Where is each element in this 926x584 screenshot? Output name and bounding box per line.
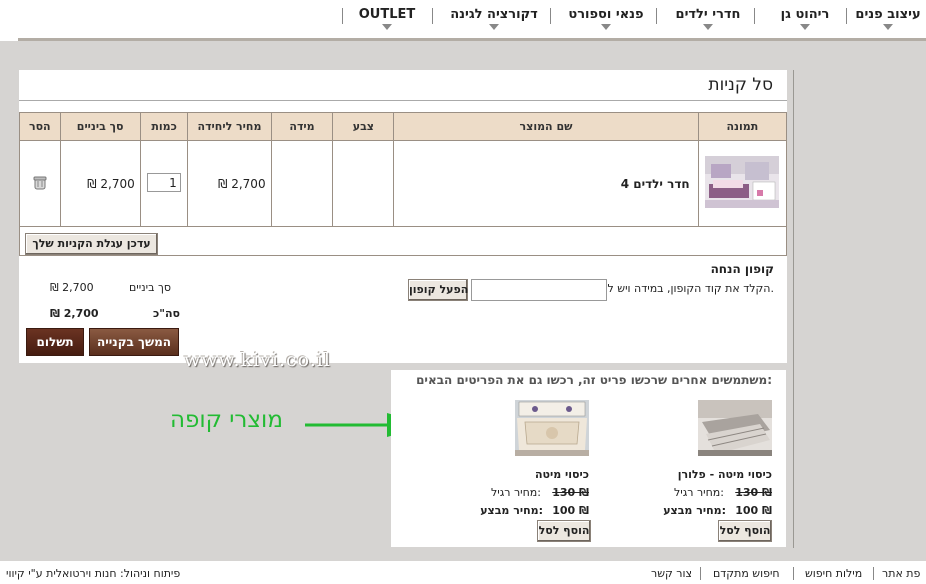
regular-price: 130 ₪ [735, 486, 772, 499]
cart-table: הסר סך ביניים כמות מחיר ליחידה מידה צבע … [19, 112, 788, 227]
add-to-cart-button[interactable]: הוסף לסל [718, 520, 772, 542]
nav-separator [550, 8, 551, 24]
header-product-name: שם המוצר [393, 112, 699, 141]
coupon-hint: הקלד את קוד הקופון, במידה ויש לך. [601, 282, 774, 295]
product-image[interactable] [515, 400, 589, 456]
coupon-input[interactable] [471, 279, 607, 301]
footer-credit: פיתוח וניהול: חנות וירטואלית ע"י קיווי [6, 567, 181, 580]
nav-item-label: דקורציה לגינה [450, 7, 538, 22]
nav-item-label: פנאי וספורט [568, 7, 644, 22]
footer-link-sitemap[interactable]: פת אתר [882, 567, 920, 580]
totals-total-value: ₪ 2,700 [50, 307, 99, 320]
remove-cell [19, 140, 61, 227]
header-size: מידה [270, 112, 334, 141]
coupon-title: קופון הנחה [710, 262, 774, 276]
header-color: צבע [332, 112, 395, 141]
nav-item-label: חדרי ילדים [675, 7, 741, 22]
sale-price: 100 ₪ [552, 504, 589, 517]
nav-separator [432, 8, 433, 24]
footer: פת אתר מילות חיפוש חיפוש מתקדם צור קשר פ… [0, 561, 926, 584]
watermark: www.kivi.co.il [184, 349, 331, 371]
sale-price-label: מחיר מבצע: [480, 504, 543, 517]
totals-total-label: סה"כ [153, 307, 180, 320]
regular-price-label: מחיר רגיל: [674, 486, 724, 499]
recommendations-title: משתמשים אחרים שרכשו פריט זה, רכשו גם את … [416, 373, 772, 387]
recommendations-panel: משתמשים אחרים שרכשו פריט זה, רכשו גם את … [391, 370, 786, 547]
row-size [270, 140, 334, 227]
footer-separator [700, 567, 701, 580]
nav-item-label: OUTLET [358, 7, 416, 22]
nav-item-interior-design[interactable]: עיצוב פנים [855, 7, 921, 30]
cart-table-footer: עדכן עגלת הקניות שלך [19, 226, 787, 256]
product-thumbnail[interactable] [705, 156, 780, 208]
quantity-input[interactable]: 1 [146, 173, 181, 192]
header-quantity: כמות [139, 112, 189, 141]
chevron-down-icon [883, 24, 893, 30]
chevron-down-icon [489, 24, 499, 30]
chevron-down-icon [382, 24, 392, 30]
header-image: תמונה [697, 112, 788, 141]
sale-price: 100 ₪ [735, 504, 772, 517]
cart-panel: סל קניות הסר סך ביניים כמות מחיר ליחידה … [19, 70, 788, 363]
row-color [332, 140, 395, 227]
nav-separator [754, 8, 755, 24]
update-cart-button[interactable]: עדכן עגלת הקניות שלך [25, 233, 158, 255]
apply-coupon-button[interactable]: הפעל קופון [408, 279, 468, 301]
chevron-down-icon [703, 24, 713, 30]
row-subtotal: ₪ 2,700 [59, 140, 141, 227]
footer-link-advanced-search[interactable]: חיפוש מתקדם [713, 567, 780, 580]
cart-table-header: הסר סך ביניים כמות מחיר ליחידה מידה צבע … [19, 112, 788, 141]
nav-item-label: עיצוב פנים [855, 7, 921, 22]
nav-item-garden-furniture[interactable]: ריהוט גן [770, 7, 840, 30]
image-cell [697, 140, 788, 227]
continue-shopping-button[interactable]: המשך בקנייה [89, 328, 179, 356]
header-subtotal: סך ביניים [59, 112, 141, 141]
nav-item-label: ריהוט גן [780, 7, 830, 22]
footer-link-contact[interactable]: צור קשר [651, 567, 692, 580]
nav-item-outlet[interactable]: OUTLET [356, 7, 418, 30]
product-image[interactable] [698, 400, 772, 456]
row-product-name[interactable]: חדר ילדים 4 [393, 140, 699, 227]
regular-price-label: מחיר רגיל: [491, 486, 541, 499]
add-to-cart-button[interactable]: הוסף לסל [537, 520, 591, 542]
footer-separator [793, 567, 794, 580]
sidebar-divider [793, 70, 794, 548]
nav-item-kids-rooms[interactable]: חדרי ילדים [673, 7, 743, 30]
annotation-label: מוצרי קופה [170, 407, 283, 433]
totals-subtotal-value: ₪ 2,700 [50, 281, 94, 294]
header-unit-price: מחיר ליחידה [187, 112, 272, 141]
nav-item-leisure-sport[interactable]: פנאי וספורט [566, 7, 646, 30]
product-name[interactable]: כיסוי מיטה - פלורן [678, 468, 772, 481]
header-remove: הסר [19, 112, 61, 141]
trash-icon[interactable] [32, 174, 48, 190]
chevron-down-icon [800, 24, 810, 30]
nav-separator [846, 8, 847, 24]
sale-price-label: מחיר מבצע: [663, 504, 726, 517]
top-nav: עיצוב פנים ריהוט גן חדרי ילדים פנאי וספו… [0, 0, 926, 40]
nav-separator [656, 8, 657, 24]
nav-item-garden-decoration[interactable]: דקורציה לגינה [448, 7, 540, 30]
checkout-button[interactable]: תשלום [26, 328, 84, 356]
row-unit-price: ₪ 2,700 [187, 140, 272, 227]
cart-title: סל קניות [708, 75, 773, 95]
footer-link-search-words[interactable]: מילות חיפוש [805, 567, 862, 580]
product-name[interactable]: כיסוי מיטה [535, 468, 589, 481]
quantity-cell: 1 [139, 140, 189, 227]
regular-price: 130 ₪ [552, 486, 589, 499]
footer-separator [873, 567, 874, 580]
chevron-down-icon [601, 24, 611, 30]
title-divider [19, 100, 787, 101]
totals-subtotal-label: סך ביניים [129, 281, 171, 294]
table-row: ₪ 2,700 1 ₪ 2,700 חדר ילדים 4 [19, 140, 788, 227]
nav-separator [342, 8, 343, 24]
